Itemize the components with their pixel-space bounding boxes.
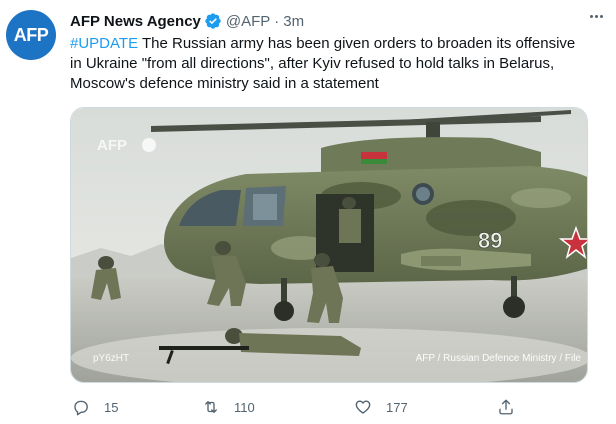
tweet-time[interactable]: 3m	[283, 13, 304, 30]
tweet-text-line-2: in Ukraine "from all directions", after …	[70, 55, 555, 72]
hashtag-link[interactable]: #UPDATE	[70, 35, 138, 52]
photo-credit: AFP / Russian Defence Ministry / File	[416, 353, 582, 364]
reply-icon	[74, 400, 88, 416]
avatar[interactable]: AFP	[6, 10, 56, 60]
avatar-text: AFP	[13, 24, 49, 45]
tweet-card[interactable]: AFP AFP News Agency @AFP · 3m #UPDATE Th…	[0, 0, 616, 424]
heart-icon	[355, 400, 371, 414]
tweet-text-line-3: Moscow's defence ministry said in a stat…	[70, 75, 379, 92]
tweet-actions: 15 110 177	[70, 398, 590, 420]
tweet-header: AFP News Agency @AFP · 3m	[70, 10, 606, 32]
like-button[interactable]: 177	[354, 398, 408, 416]
separator-dot: ·	[274, 12, 280, 30]
author-name[interactable]: AFP News Agency	[70, 13, 201, 30]
reply-button[interactable]: 15	[72, 398, 118, 416]
retweet-count: 110	[234, 399, 255, 415]
reply-count: 15	[104, 399, 119, 415]
helicopter-photo: 89 AFP pY6zHT AFP / Russian Defence Mini…	[71, 108, 587, 382]
share-button[interactable]	[497, 398, 515, 416]
tweet-text-line-1-rest: The Russian army has been given orders t…	[138, 35, 576, 52]
tweet-photo[interactable]: 89 AFP pY6zHT AFP / Russian Defence Mini…	[70, 107, 588, 383]
tweet-text: #UPDATE The Russian army has been given …	[70, 34, 610, 94]
photo-code: pY6zHT	[93, 353, 129, 364]
tail-number: 89	[478, 228, 502, 253]
tweet-text-line-1: #UPDATE The Russian army has been given …	[70, 34, 610, 54]
retweet-icon	[205, 401, 217, 413]
verified-badge-icon	[205, 13, 221, 29]
more-options-icon[interactable]	[584, 6, 608, 26]
author-handle[interactable]: @AFP	[226, 13, 270, 30]
like-count: 177	[386, 399, 408, 415]
share-icon	[499, 399, 513, 415]
retweet-button[interactable]: 110	[202, 398, 255, 416]
afp-watermark: AFP	[97, 137, 127, 154]
